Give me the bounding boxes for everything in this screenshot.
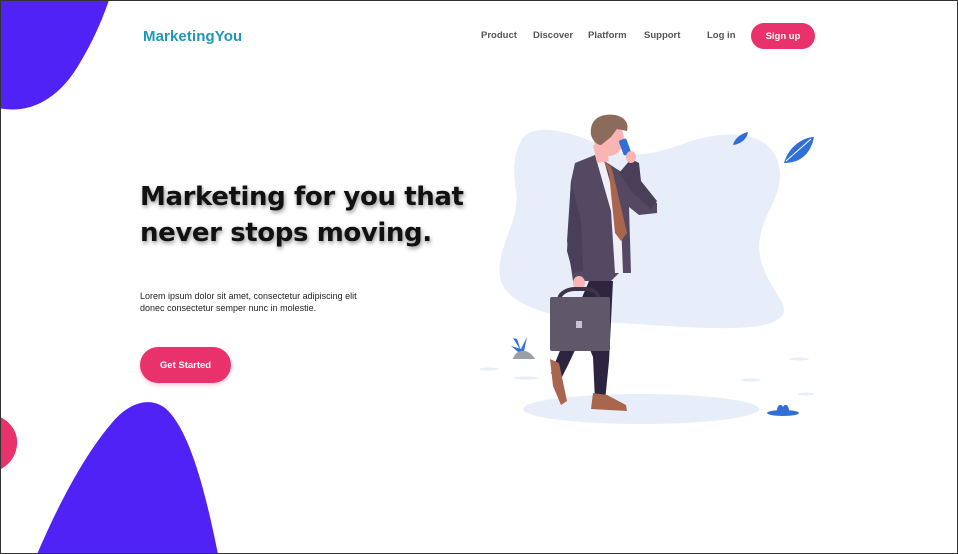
decorative-blob-bottom <box>37 402 218 553</box>
hero-description-line-1: Lorem ipsum dolor sit amet, consectetur … <box>140 291 357 301</box>
hero-headline-line-2: never stops moving. <box>140 218 432 248</box>
decorative-blob-top <box>1 1 109 110</box>
nav-item-discover[interactable]: Discover <box>533 30 573 41</box>
businessman-walking-phone-icon <box>479 114 814 424</box>
decorative-blob-pink <box>1 417 18 469</box>
nav-item-support[interactable]: Support <box>644 30 680 41</box>
brand-logo[interactable]: MarketingYou <box>143 28 242 45</box>
nav-item-platform[interactable]: Platform <box>588 30 627 41</box>
landing-page: MarketingYou Product Discover Platform S… <box>0 0 958 554</box>
hero-description: Lorem ipsum dolor sit amet, consectetur … <box>140 290 380 314</box>
signup-button[interactable]: Sign up <box>751 23 815 49</box>
nav-item-product[interactable]: Product <box>481 30 517 41</box>
login-link[interactable]: Log in <box>707 30 736 41</box>
hero-headline-line-1: Marketing for you that <box>140 182 464 212</box>
hero-headline: Marketing for you that never stops movin… <box>140 179 470 251</box>
hero-description-line-2: donec consectetur semper nunc in molesti… <box>140 303 317 313</box>
get-started-button[interactable]: Get Started <box>140 347 231 383</box>
